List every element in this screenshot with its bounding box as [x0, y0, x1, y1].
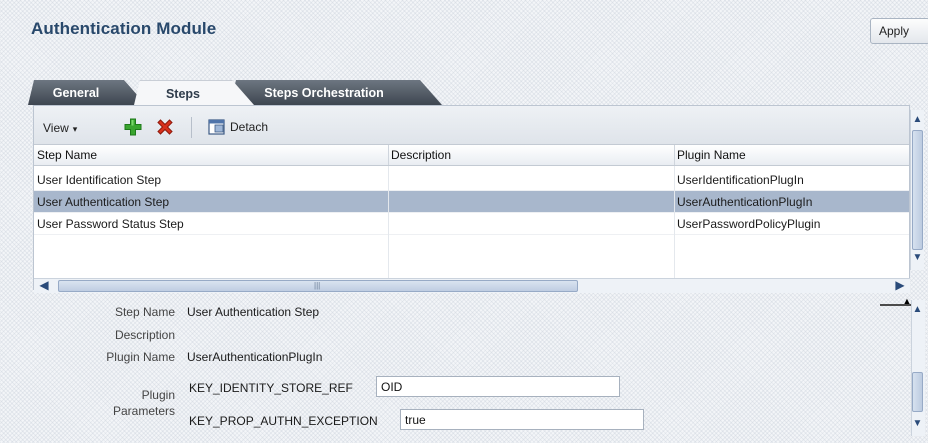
step-name-label: Step Name	[114, 305, 175, 319]
param-value-prop-authn-exception[interactable]	[400, 409, 644, 430]
plugin-parameters-label-line2: Parameters	[112, 404, 175, 418]
toolbar-divider	[191, 117, 192, 138]
plugin-parameters-label: Plugin	[141, 388, 175, 402]
table-row[interactable]: User Password Status Step UserPasswordPo…	[34, 213, 909, 235]
scroll-right-icon[interactable]: ▶	[893, 278, 907, 293]
detach-button[interactable]: Detach	[230, 120, 268, 134]
cell-plugin-name: UserIdentificationPlugIn	[677, 173, 804, 187]
column-divider[interactable]	[388, 145, 389, 165]
column-divider[interactable]	[674, 145, 675, 165]
plugin-name-value: UserAuthenticationPlugIn	[187, 350, 323, 364]
view-menu-label: View	[43, 121, 69, 135]
plugin-name-label: Plugin Name	[106, 350, 175, 364]
column-header-plugin-name[interactable]: Plugin Name	[677, 148, 746, 162]
detach-icon[interactable]	[208, 118, 226, 136]
step-name-value: User Authentication Step	[187, 305, 320, 319]
delete-x-icon[interactable]	[155, 117, 175, 137]
scroll-up-icon[interactable]: ▲	[911, 114, 924, 130]
scroll-down-icon[interactable]: ▼	[911, 418, 924, 434]
chevron-down-icon: ▾	[72, 124, 78, 134]
column-header-step-name[interactable]: Step Name	[37, 148, 97, 162]
scroll-up-icon[interactable]: ▲	[911, 304, 924, 320]
param-key-identity-store-ref: KEY_IDENTITY_STORE_REF	[189, 381, 353, 395]
scroll-down-icon[interactable]: ▼	[911, 252, 924, 268]
apply-button[interactable]: Apply	[870, 18, 928, 44]
column-gridline	[674, 166, 675, 278]
param-value-identity-store-ref[interactable]	[376, 376, 620, 397]
table-row[interactable]: User Identification Step UserIdentificat…	[34, 169, 909, 191]
cell-step-name: User Identification Step	[37, 173, 162, 187]
view-menu-button[interactable]: View ▾	[43, 121, 77, 135]
add-plus-icon[interactable]	[123, 117, 143, 137]
cell-plugin-name: UserPasswordPolicyPlugin	[677, 217, 821, 231]
table-row-selected[interactable]: User Authentication Step UserAuthenticat…	[34, 191, 909, 213]
table-header: Step Name Description Plugin Name	[34, 145, 909, 166]
description-label: Description	[114, 328, 175, 342]
tab-bar: General Steps Orchestration Steps	[28, 80, 448, 105]
column-header-description[interactable]: Description	[391, 148, 451, 162]
cell-step-name: User Password Status Step	[37, 217, 184, 231]
param-key-prop-authn-exception: KEY_PROP_AUTHN_EXCEPTION	[189, 414, 378, 428]
scroll-grip-icon: |||	[314, 281, 321, 290]
vertical-scroll-thumb[interactable]	[912, 130, 923, 250]
detail-scroll-thumb[interactable]	[912, 372, 923, 412]
tab-general[interactable]: General	[28, 80, 146, 105]
detail-vertical-scrollbar[interactable]	[911, 300, 925, 436]
scroll-left-icon[interactable]: ◀	[37, 278, 51, 293]
tab-steps-orchestration[interactable]: Steps Orchestration	[230, 80, 442, 105]
column-gridline	[388, 166, 389, 278]
cell-plugin-name: UserAuthenticationPlugIn	[677, 195, 813, 209]
cell-step-name: User Authentication Step	[37, 195, 170, 209]
page-title: Authentication Module	[31, 19, 217, 38]
